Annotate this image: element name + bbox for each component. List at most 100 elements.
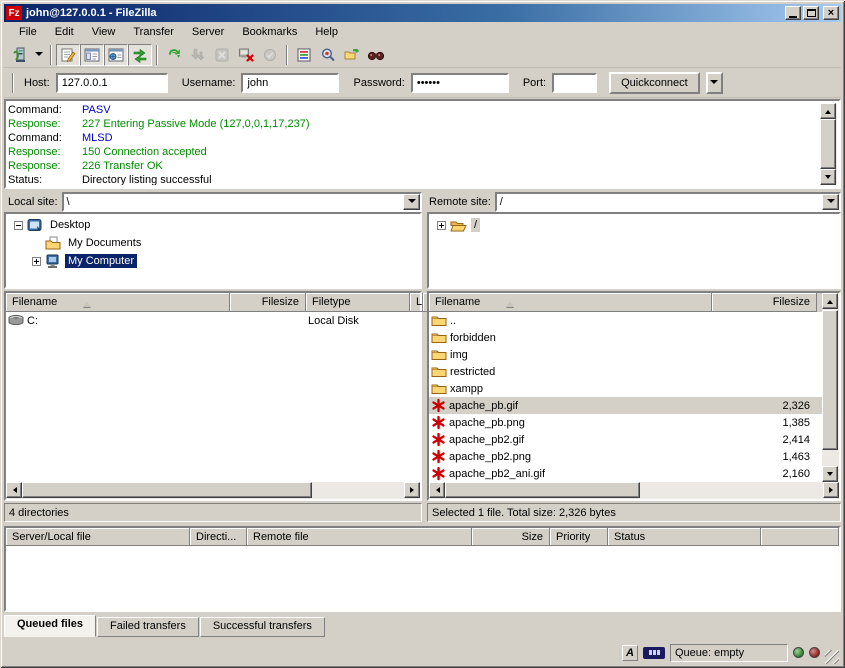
toggle-log-button[interactable] <box>56 44 80 66</box>
tree-item-my-computer[interactable]: My Computer <box>6 252 420 270</box>
site-manager-dropdown-button[interactable] <box>32 44 46 66</box>
remote-horizontal-scrollbar[interactable] <box>429 482 839 499</box>
file-row-apache-pb-png[interactable]: apache_pb.png1,385 <box>429 414 822 431</box>
scroll-up-button[interactable] <box>822 293 838 309</box>
scroll-right-button[interactable] <box>404 482 420 498</box>
column-header-server-local-file[interactable]: Server/Local file <box>6 528 190 546</box>
remote-list-header: FilenameFilesize <box>429 293 822 312</box>
scroll-thumb[interactable] <box>822 310 838 450</box>
site-manager-button[interactable] <box>8 44 32 66</box>
file-row-img[interactable]: img <box>429 346 822 363</box>
column-header-filler <box>761 528 839 546</box>
column-header-filename[interactable]: Filename <box>429 293 712 312</box>
tab-successful-transfers[interactable]: Successful transfers <box>200 617 325 637</box>
column-header-directi-[interactable]: Directi... <box>190 528 247 546</box>
remote-site-combobox[interactable]: / <box>495 192 841 212</box>
maximize-button[interactable] <box>803 6 819 20</box>
combo-dropdown-button[interactable] <box>822 194 839 210</box>
file-row-forbidden[interactable]: forbidden <box>429 329 822 346</box>
quickconnect-dropdown-button[interactable] <box>706 72 723 94</box>
disconnect-icon <box>238 47 254 63</box>
file-row--[interactable]: .. <box>429 312 822 329</box>
file-row-restricted[interactable]: restricted <box>429 363 822 380</box>
file-row-c-[interactable]: C:Local Disk <box>6 312 420 329</box>
tree-expander[interactable] <box>14 221 23 230</box>
file-row-apache-pb2-ani-gif[interactable]: apache_pb2_ani.gif2,160 <box>429 465 822 482</box>
username-input[interactable]: john <box>241 73 339 93</box>
toggle-log-icon <box>60 47 76 63</box>
close-button[interactable]: × <box>823 6 839 20</box>
scroll-thumb[interactable] <box>445 482 640 498</box>
column-header-filetype[interactable]: Filetype <box>306 293 410 312</box>
resize-grip[interactable] <box>825 650 839 664</box>
column-header-priority[interactable]: Priority <box>550 528 608 546</box>
scroll-thumb[interactable] <box>22 482 312 498</box>
toggle-queue-button[interactable] <box>128 44 152 66</box>
quickconnect-button[interactable]: Quickconnect <box>609 72 700 94</box>
sync-browse-button[interactable] <box>340 44 364 66</box>
toggle-remote-tree-button[interactable] <box>104 44 128 66</box>
tree-item-my-documents[interactable]: My Documents <box>6 234 420 252</box>
disconnect-button[interactable] <box>234 44 258 66</box>
process-queue-button[interactable] <box>186 44 210 66</box>
toolbar <box>4 42 841 68</box>
search-button[interactable] <box>364 44 388 66</box>
column-header-status[interactable]: Status <box>608 528 761 546</box>
reconnect-button[interactable] <box>258 44 282 66</box>
menu-help[interactable]: Help <box>306 24 347 40</box>
menu-transfer[interactable]: Transfer <box>124 24 183 40</box>
menu-file[interactable]: File <box>10 24 46 40</box>
tree-expander[interactable] <box>32 257 41 266</box>
scroll-down-button[interactable] <box>822 466 838 482</box>
scroll-right-button[interactable] <box>823 482 839 498</box>
log-vertical-scrollbar[interactable] <box>820 103 837 185</box>
remote-file-list: FilenameFilesize ..forbiddenimgrestricte… <box>427 291 841 501</box>
minimize-button[interactable] <box>785 6 801 20</box>
file-row-apache-pb2-gif[interactable]: apache_pb2.gif2,414 <box>429 431 822 448</box>
filter-button[interactable] <box>292 44 316 66</box>
file-row-xampp[interactable]: xampp <box>429 380 822 397</box>
column-header-remote-file[interactable]: Remote file <box>247 528 472 546</box>
triangle-right-icon <box>829 487 836 493</box>
remote-vertical-scrollbar[interactable] <box>822 293 839 482</box>
compare-button[interactable] <box>316 44 340 66</box>
scroll-left-button[interactable] <box>429 482 445 498</box>
local-site-combobox[interactable]: \ <box>62 192 422 212</box>
tree-expander[interactable] <box>437 221 446 230</box>
tab-queued-files[interactable]: Queued files <box>4 615 96 637</box>
port-input[interactable] <box>552 73 597 93</box>
folder-icon <box>431 364 447 379</box>
tree-item--[interactable]: / <box>429 216 839 234</box>
menu-bookmarks[interactable]: Bookmarks <box>233 24 306 40</box>
combo-dropdown-button[interactable] <box>403 194 420 210</box>
password-input[interactable]: •••••• <box>411 73 509 93</box>
quickbar-grip[interactable] <box>12 73 14 93</box>
toggle-local-tree-button[interactable] <box>80 44 104 66</box>
scroll-down-button[interactable] <box>820 169 836 185</box>
documents-folder-icon <box>45 236 61 251</box>
host-input[interactable]: 127.0.0.1 <box>56 73 168 93</box>
file-row-apache-pb-gif[interactable]: apache_pb.gif2,326 <box>429 397 822 414</box>
column-header-filename[interactable]: Filename <box>6 293 230 312</box>
tree-item-desktop[interactable]: Desktop <box>6 216 420 234</box>
filename-cell: apache_pb2.gif <box>429 432 712 447</box>
tab-failed-transfers[interactable]: Failed transfers <box>97 617 199 637</box>
scroll-left-button[interactable] <box>6 482 22 498</box>
menu-view[interactable]: View <box>83 24 125 40</box>
column-header-filesize[interactable]: Filesize <box>230 293 306 312</box>
column-header-filesize[interactable]: Filesize <box>712 293 817 312</box>
menu-edit[interactable]: Edit <box>46 24 83 40</box>
column-header-size[interactable]: Size <box>472 528 550 546</box>
local-horizontal-scrollbar[interactable] <box>6 482 420 499</box>
column-header-l[interactable]: L <box>410 293 423 312</box>
refresh-button[interactable] <box>162 44 186 66</box>
tree-item-label: / <box>471 218 480 232</box>
file-row-apache-pb2-png[interactable]: apache_pb2.png1,463 <box>429 448 822 465</box>
menu-server[interactable]: Server <box>183 24 233 40</box>
scroll-thumb[interactable] <box>820 119 836 169</box>
scroll-up-button[interactable] <box>820 103 836 119</box>
cancel-button[interactable] <box>210 44 234 66</box>
triangle-down-icon <box>825 175 831 182</box>
log-text: 226 Transfer OK <box>82 160 163 172</box>
titlebar[interactable]: Fz john@127.0.0.1 - FileZilla × <box>4 4 841 22</box>
